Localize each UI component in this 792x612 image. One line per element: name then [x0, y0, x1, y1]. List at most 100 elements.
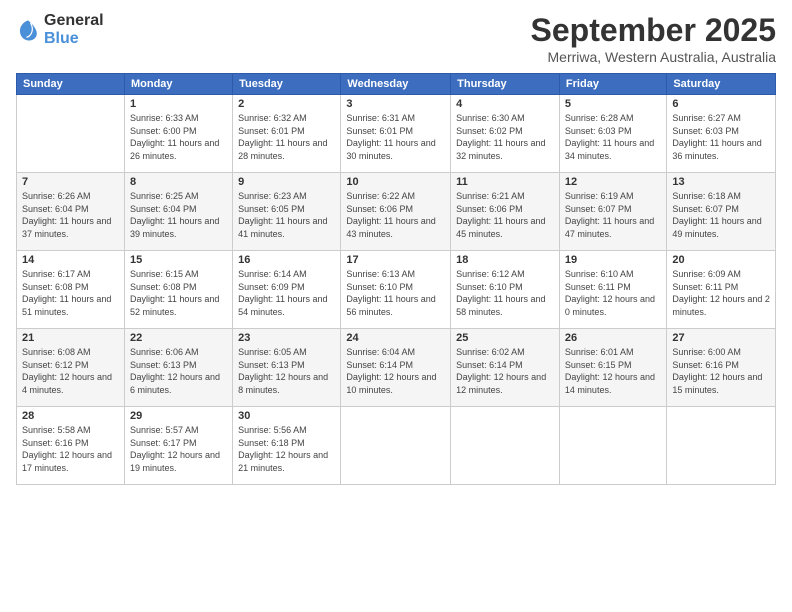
day-number: 29: [130, 410, 227, 422]
weekday-header-monday: Monday: [124, 74, 232, 95]
weekday-header-thursday: Thursday: [451, 74, 560, 95]
calendar-cell: 13 Sunrise: 6:18 AM Sunset: 6:07 PM Dayli…: [667, 173, 776, 251]
day-info: Sunrise: 6:25 AM Sunset: 6:04 PM Dayligh…: [130, 190, 227, 240]
day-number: 4: [456, 98, 554, 110]
calendar-week-5: 28 Sunrise: 5:58 AM Sunset: 6:16 PM Dayli…: [17, 407, 776, 485]
header-area: General Blue September 2025 Merriwa, Wes…: [16, 12, 776, 65]
day-info: Sunrise: 6:32 AM Sunset: 6:01 PM Dayligh…: [238, 112, 335, 162]
calendar-cell: 5 Sunrise: 6:28 AM Sunset: 6:03 PM Daylig…: [559, 95, 666, 173]
calendar-week-2: 7 Sunrise: 6:26 AM Sunset: 6:04 PM Daylig…: [17, 173, 776, 251]
weekday-header-row: SundayMondayTuesdayWednesdayThursdayFrid…: [17, 74, 776, 95]
day-info: Sunrise: 6:31 AM Sunset: 6:01 PM Dayligh…: [346, 112, 445, 162]
calendar-week-1: 1 Sunrise: 6:33 AM Sunset: 6:00 PM Daylig…: [17, 95, 776, 173]
day-number: 12: [565, 176, 661, 188]
day-info: Sunrise: 6:30 AM Sunset: 6:02 PM Dayligh…: [456, 112, 554, 162]
weekday-header-friday: Friday: [559, 74, 666, 95]
logo-general: General: [44, 12, 104, 29]
logo-blue: Blue: [44, 30, 79, 47]
calendar-cell: 6 Sunrise: 6:27 AM Sunset: 6:03 PM Daylig…: [667, 95, 776, 173]
day-info: Sunrise: 6:26 AM Sunset: 6:04 PM Dayligh…: [22, 190, 119, 240]
calendar-cell: 21 Sunrise: 6:08 AM Sunset: 6:12 PM Dayli…: [17, 329, 125, 407]
day-info: Sunrise: 6:27 AM Sunset: 6:03 PM Dayligh…: [672, 112, 770, 162]
month-title: September 2025: [531, 12, 776, 49]
calendar-cell: 27 Sunrise: 6:00 AM Sunset: 6:16 PM Dayli…: [667, 329, 776, 407]
calendar-table: SundayMondayTuesdayWednesdayThursdayFrid…: [16, 73, 776, 485]
day-number: 7: [22, 176, 119, 188]
calendar-cell: 23 Sunrise: 6:05 AM Sunset: 6:13 PM Dayli…: [233, 329, 341, 407]
day-info: Sunrise: 5:58 AM Sunset: 6:16 PM Dayligh…: [22, 424, 119, 474]
day-info: Sunrise: 6:08 AM Sunset: 6:12 PM Dayligh…: [22, 346, 119, 396]
calendar-cell: 15 Sunrise: 6:15 AM Sunset: 6:08 PM Dayli…: [124, 251, 232, 329]
day-info: Sunrise: 6:21 AM Sunset: 6:06 PM Dayligh…: [456, 190, 554, 240]
calendar-week-4: 21 Sunrise: 6:08 AM Sunset: 6:12 PM Dayli…: [17, 329, 776, 407]
day-info: Sunrise: 6:28 AM Sunset: 6:03 PM Dayligh…: [565, 112, 661, 162]
logo-icon: [16, 18, 40, 42]
location-title: Merriwa, Western Australia, Australia: [531, 49, 776, 65]
day-info: Sunrise: 6:33 AM Sunset: 6:00 PM Dayligh…: [130, 112, 227, 162]
day-number: 17: [346, 254, 445, 266]
calendar-cell: 18 Sunrise: 6:12 AM Sunset: 6:10 PM Dayli…: [451, 251, 560, 329]
day-info: Sunrise: 6:18 AM Sunset: 6:07 PM Dayligh…: [672, 190, 770, 240]
calendar-week-3: 14Sunrise: 6:17 AM Sunset: 6:08 PM Dayli…: [17, 251, 776, 329]
day-info: Sunrise: 5:57 AM Sunset: 6:17 PM Dayligh…: [130, 424, 227, 474]
title-area: September 2025 Merriwa, Western Australi…: [531, 12, 776, 65]
day-number: 20: [672, 254, 770, 266]
day-info: Sunrise: 6:09 AM Sunset: 6:11 PM Dayligh…: [672, 268, 770, 318]
day-number: 1: [130, 98, 227, 110]
calendar-cell: 24 Sunrise: 6:04 AM Sunset: 6:14 PM Dayli…: [341, 329, 451, 407]
day-info: Sunrise: 6:06 AM Sunset: 6:13 PM Dayligh…: [130, 346, 227, 396]
day-info: Sunrise: 5:56 AM Sunset: 6:18 PM Dayligh…: [238, 424, 335, 474]
calendar-cell: 12Sunrise: 6:19 AM Sunset: 6:07 PM Dayli…: [559, 173, 666, 251]
day-info: Sunrise: 6:15 AM Sunset: 6:08 PM Dayligh…: [130, 268, 227, 318]
day-number: 24: [346, 332, 445, 344]
calendar-cell: [667, 407, 776, 485]
day-number: 23: [238, 332, 335, 344]
calendar-cell: 8 Sunrise: 6:25 AM Sunset: 6:04 PM Daylig…: [124, 173, 232, 251]
day-number: 8: [130, 176, 227, 188]
day-number: 11: [456, 176, 554, 188]
day-number: 25: [456, 332, 554, 344]
calendar-cell: 29 Sunrise: 5:57 AM Sunset: 6:17 PM Dayli…: [124, 407, 232, 485]
day-number: 18: [456, 254, 554, 266]
day-number: 28: [22, 410, 119, 422]
day-info: Sunrise: 6:12 AM Sunset: 6:10 PM Dayligh…: [456, 268, 554, 318]
calendar-cell: 10Sunrise: 6:22 AM Sunset: 6:06 PM Dayli…: [341, 173, 451, 251]
calendar-cell: 1 Sunrise: 6:33 AM Sunset: 6:00 PM Daylig…: [124, 95, 232, 173]
calendar-cell: 9 Sunrise: 6:23 AM Sunset: 6:05 PM Daylig…: [233, 173, 341, 251]
weekday-header-saturday: Saturday: [667, 74, 776, 95]
day-number: 26: [565, 332, 661, 344]
day-number: 21: [22, 332, 119, 344]
day-number: 3: [346, 98, 445, 110]
calendar-cell: [451, 407, 560, 485]
calendar-cell: [559, 407, 666, 485]
day-info: Sunrise: 6:00 AM Sunset: 6:16 PM Dayligh…: [672, 346, 770, 396]
day-info: Sunrise: 6:23 AM Sunset: 6:05 PM Dayligh…: [238, 190, 335, 240]
day-number: 15: [130, 254, 227, 266]
logo: General Blue: [16, 12, 104, 48]
logo-text: General Blue: [44, 12, 104, 48]
day-number: 27: [672, 332, 770, 344]
day-info: Sunrise: 6:13 AM Sunset: 6:10 PM Dayligh…: [346, 268, 445, 318]
day-number: 5: [565, 98, 661, 110]
day-info: Sunrise: 6:04 AM Sunset: 6:14 PM Dayligh…: [346, 346, 445, 396]
day-info: Sunrise: 6:17 AM Sunset: 6:08 PM Dayligh…: [22, 268, 119, 318]
calendar-cell: 28 Sunrise: 5:58 AM Sunset: 6:16 PM Dayli…: [17, 407, 125, 485]
page: General Blue September 2025 Merriwa, Wes…: [0, 0, 792, 612]
day-number: 13: [672, 176, 770, 188]
calendar-cell: 14Sunrise: 6:17 AM Sunset: 6:08 PM Dayli…: [17, 251, 125, 329]
calendar-cell: [17, 95, 125, 173]
day-number: 16: [238, 254, 335, 266]
calendar-cell: 25Sunrise: 6:02 AM Sunset: 6:14 PM Dayli…: [451, 329, 560, 407]
day-number: 22: [130, 332, 227, 344]
calendar-cell: 17 Sunrise: 6:13 AM Sunset: 6:10 PM Dayli…: [341, 251, 451, 329]
day-number: 30: [238, 410, 335, 422]
weekday-header-tuesday: Tuesday: [233, 74, 341, 95]
day-number: 9: [238, 176, 335, 188]
calendar-cell: 26Sunrise: 6:01 AM Sunset: 6:15 PM Dayli…: [559, 329, 666, 407]
calendar-cell: 2Sunrise: 6:32 AM Sunset: 6:01 PM Daylig…: [233, 95, 341, 173]
calendar-cell: 11 Sunrise: 6:21 AM Sunset: 6:06 PM Dayli…: [451, 173, 560, 251]
day-number: 6: [672, 98, 770, 110]
day-info: Sunrise: 6:05 AM Sunset: 6:13 PM Dayligh…: [238, 346, 335, 396]
day-number: 19: [565, 254, 661, 266]
calendar-cell: 30 Sunrise: 5:56 AM Sunset: 6:18 PM Dayli…: [233, 407, 341, 485]
